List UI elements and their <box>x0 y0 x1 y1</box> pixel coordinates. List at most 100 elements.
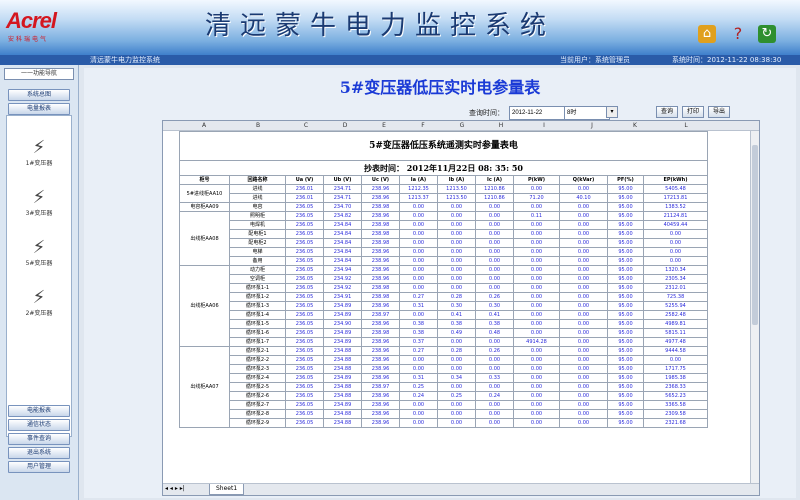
column-letter: J <box>591 122 593 129</box>
hour-input[interactable] <box>564 106 610 120</box>
data-cell: 0.00 <box>399 256 438 266</box>
export-button[interactable]: 导出 <box>708 106 730 118</box>
date-input[interactable] <box>509 106 567 120</box>
help-icon[interactable]: ? <box>729 25 747 43</box>
circuit-name: 循环泵1-7 <box>229 337 286 347</box>
sidebar-item-transformer-5[interactable]: ⚡ 5#变压器 <box>7 238 71 268</box>
data-cell: 238.96 <box>361 355 400 365</box>
data-cell: 234.88 <box>323 382 362 392</box>
scroll-thumb[interactable] <box>752 145 758 325</box>
column-letter: F <box>421 122 425 129</box>
data-cell: 234.89 <box>323 337 362 347</box>
data-cell: 0.00 <box>559 346 608 356</box>
data-cell: 0.00 <box>513 265 560 275</box>
data-cell: 236.01 <box>285 193 324 203</box>
circuit-name: 循环泵2-9 <box>229 418 286 428</box>
current-user: 当前用户：系统管理员 <box>560 56 630 64</box>
user-management-button[interactable]: 用户管理 <box>8 461 70 473</box>
table-title-row: 5#变压器低压系统遥测实时参量表电 <box>179 131 708 161</box>
data-cell: 1213.37 <box>399 193 438 203</box>
energy-report-button-2[interactable]: 电能报表 <box>8 405 70 417</box>
exit-system-button[interactable]: 退出系统 <box>8 447 70 459</box>
data-cell: 0.00 <box>475 364 514 374</box>
data-cell: 0.00 <box>559 409 608 419</box>
data-cell: 5405.48 <box>643 184 708 194</box>
query-button[interactable]: 查询 <box>656 106 678 118</box>
system-overview-button[interactable]: 系统总图 <box>8 89 70 101</box>
data-cell: 0.11 <box>513 211 560 221</box>
data-cell: 238.96 <box>361 337 400 347</box>
data-cell: 0.00 <box>559 274 608 284</box>
sidebar-item-transformer-2[interactable]: ⚡ 2#变压器 <box>7 288 71 318</box>
sheet-tab[interactable]: Sheet1 <box>209 484 245 495</box>
data-cell: 95.00 <box>607 211 644 221</box>
data-cell: 238.96 <box>361 400 400 410</box>
data-cell: 0.00 <box>437 400 476 410</box>
cabinet-name: 出线柜AA06 <box>179 265 230 347</box>
data-cell: 234.84 <box>323 220 362 230</box>
comm-status-button[interactable]: 通信状态 <box>8 419 70 431</box>
data-cell: 238.96 <box>361 319 400 329</box>
sidebar-item-transformer-1[interactable]: ⚡ 1#变压器 <box>7 138 71 168</box>
data-cell: 236.05 <box>285 274 324 284</box>
data-cell: 95.00 <box>607 364 644 374</box>
column-header: Ic (A) <box>475 175 514 185</box>
data-cell: 0.00 <box>399 355 438 365</box>
data-cell: 234.88 <box>323 355 362 365</box>
data-cell: 0.00 <box>559 229 608 239</box>
data-cell: 2309.58 <box>643 409 708 419</box>
data-cell: 234.71 <box>323 184 362 194</box>
data-cell: 0.31 <box>399 301 438 311</box>
refresh-icon[interactable]: ↻ <box>758 25 776 43</box>
sidebar: 一一功能导航 系统总图 电量报表 ⚡ 1#变压器 ⚡ 3#变压器 ⚡ 5#变压器… <box>0 65 79 500</box>
data-cell: 0.00 <box>513 319 560 329</box>
circuit-name: 电梯 <box>229 247 286 257</box>
data-cell: 0.00 <box>559 202 608 212</box>
data-cell: 238.96 <box>361 346 400 356</box>
data-cell: 234.70 <box>323 202 362 212</box>
data-cell: 95.00 <box>607 247 644 257</box>
time-row: 抄表时间： 2012年11月22日 08: 35: 50 <box>179 160 708 176</box>
table-row: 空调柜 236.05 234.92 238.96 0.00 0.00 0.00 0.00 0.0… <box>180 274 708 284</box>
data-cell: 236.05 <box>285 346 324 356</box>
print-button[interactable]: 打印 <box>682 106 704 118</box>
data-cell: 238.96 <box>361 364 400 374</box>
data-cell: 0.00 <box>399 202 438 212</box>
sidebar-item-transformer-3[interactable]: ⚡ 3#变压器 <box>7 188 71 218</box>
data-cell: 0.30 <box>475 301 514 311</box>
circuit-name: 循环泵2-4 <box>229 373 286 383</box>
nav-search-box[interactable]: 一一功能导航 <box>4 68 74 80</box>
data-cell: 234.71 <box>323 193 362 203</box>
data-cell: 238.96 <box>361 274 400 284</box>
circuit-name: 循环泵1-4 <box>229 310 286 320</box>
table-row: 循环泵2-7 236.05 234.89 238.96 0.00 0.00 0.00 0.00… <box>180 400 708 410</box>
data-cell: 5652.23 <box>643 391 708 401</box>
data-cell: 0.00 <box>399 211 438 221</box>
table-row: 电容柜AA09 电容 236.05 234.70 238.98 0.00 0.00 0.00 0… <box>179 202 708 212</box>
data-cell: 236.05 <box>285 229 324 239</box>
data-cell: 234.92 <box>323 274 362 284</box>
data-cell: 95.00 <box>607 418 644 428</box>
data-cell: 236.05 <box>285 310 324 320</box>
vertical-scrollbar[interactable] <box>750 131 759 483</box>
column-letter: G <box>459 122 465 129</box>
data-cell: 0.24 <box>475 391 514 401</box>
sheet-nav-arrows[interactable]: ◂ ◂ ▸ ▸| <box>165 485 185 492</box>
data-cell: 0.00 <box>559 247 608 257</box>
data-cell: 0.49 <box>437 328 476 338</box>
data-cell: 1985.38 <box>643 373 708 383</box>
data-cell: 236.05 <box>285 373 324 383</box>
data-cell: 0.28 <box>437 346 476 356</box>
home-icon[interactable]: ⌂ <box>698 25 716 43</box>
data-cell: 234.91 <box>323 292 362 302</box>
data-cell: 234.89 <box>323 328 362 338</box>
table-row: 配电柜1 236.05 234.84 238.98 0.00 0.00 0.00 0.00 0.… <box>180 229 708 239</box>
data-cell: 0.00 <box>513 202 560 212</box>
data-cell: 234.84 <box>323 238 362 248</box>
energy-report-button[interactable]: 电量报表 <box>8 103 70 115</box>
event-query-button[interactable]: 事件查询 <box>8 433 70 445</box>
data-cell: 0.00 <box>437 202 476 212</box>
data-cell: 234.89 <box>323 373 362 383</box>
column-header: Uc (V) <box>361 175 400 185</box>
chevron-down-icon[interactable]: ▾ <box>606 106 618 118</box>
